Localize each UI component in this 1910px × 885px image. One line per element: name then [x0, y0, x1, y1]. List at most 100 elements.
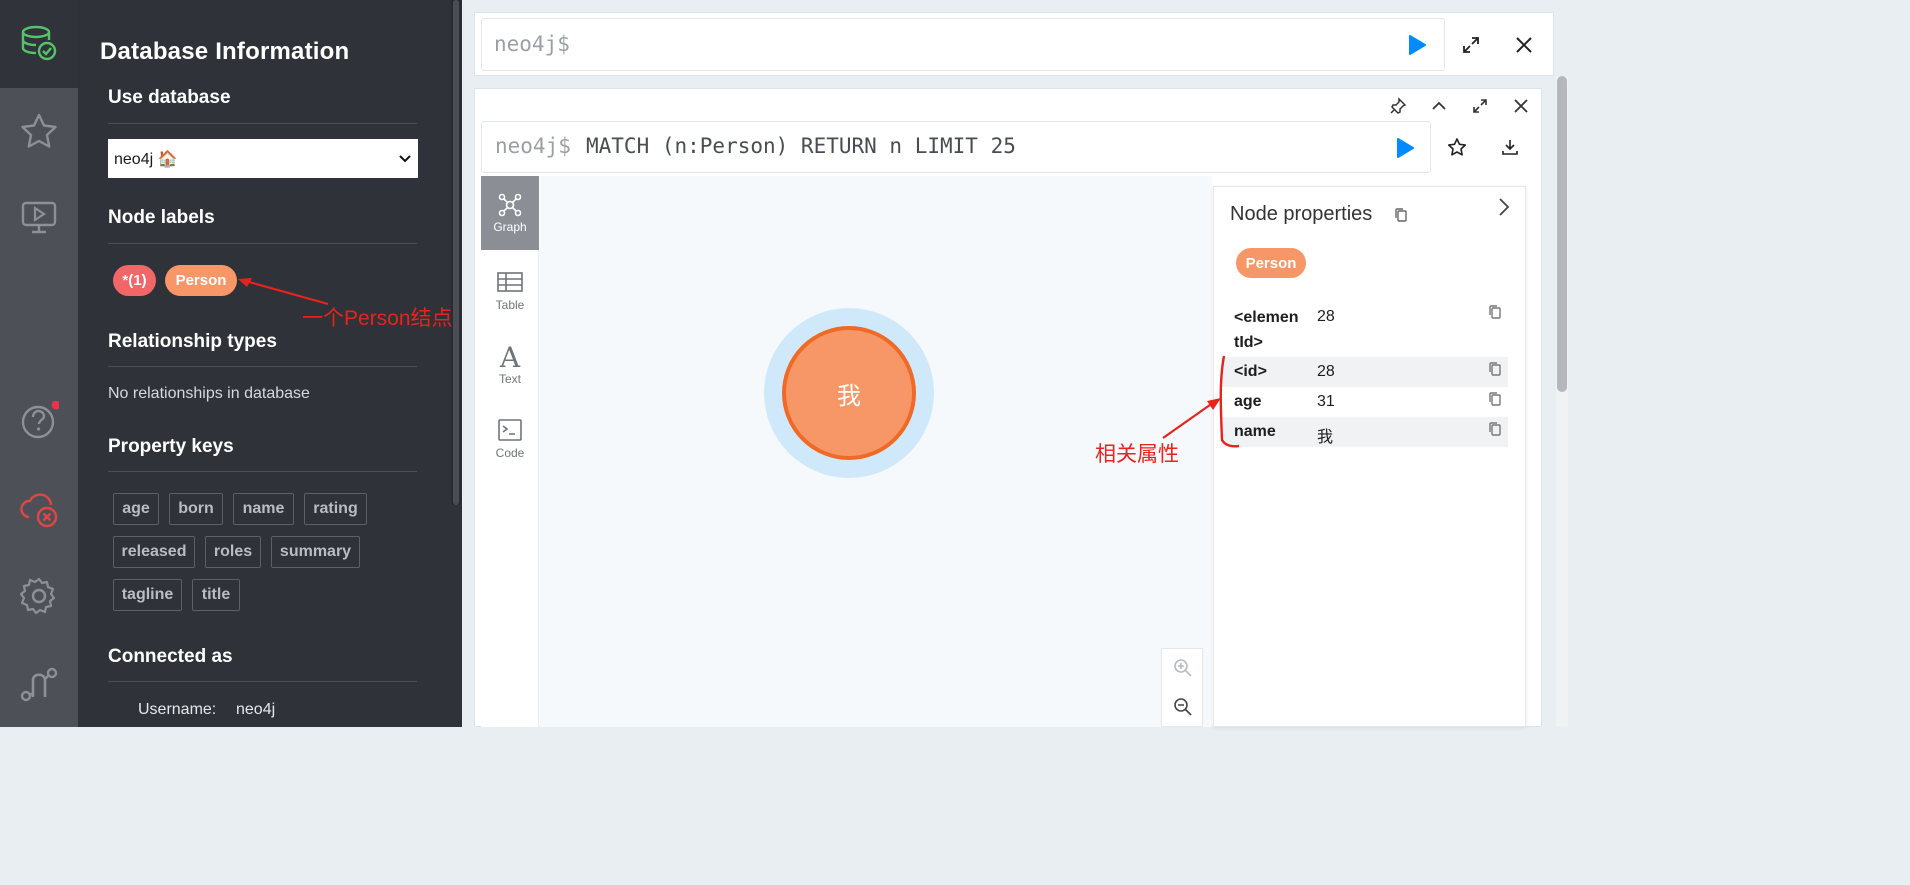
copy-icon[interactable] — [1488, 421, 1502, 437]
zoom-out-icon — [1174, 698, 1192, 716]
zoom-controls — [1161, 648, 1203, 727]
property-key-roles[interactable]: roles — [205, 536, 261, 568]
app-root: Database Information Use database neo4j … — [0, 0, 1568, 727]
property-row: age 31 — [1221, 387, 1508, 417]
rerun-query-button[interactable] — [1394, 137, 1416, 164]
fullscreen-frame-button[interactable] — [1471, 97, 1489, 120]
tab-table[interactable]: Table — [481, 254, 539, 328]
divider — [108, 681, 417, 682]
property-value: 28 — [1317, 308, 1335, 325]
expand-icon — [1473, 99, 1487, 113]
database-information-panel: Database Information Use database neo4j … — [78, 0, 462, 727]
run-query-button[interactable] — [1406, 34, 1428, 61]
graph-node-person[interactable]: 我 — [782, 326, 916, 460]
tab-text[interactable]: A Text — [481, 328, 539, 402]
panel-title: Database Information — [100, 38, 350, 65]
close-icon — [1516, 37, 1532, 53]
divider — [108, 123, 417, 124]
relationship-types-heading: Relationship types — [108, 331, 277, 352]
icon-rail — [0, 0, 78, 727]
export-button[interactable] — [1500, 137, 1520, 162]
property-key: <elemen tId> — [1234, 309, 1299, 351]
download-icon — [1502, 140, 1518, 155]
property-row: <id> 28 — [1221, 357, 1508, 387]
node-properties-title: Node properties — [1230, 203, 1373, 225]
property-key-summary[interactable]: summary — [271, 536, 360, 568]
property-key-age[interactable]: age — [113, 493, 159, 525]
zoom-out-button[interactable] — [1173, 697, 1193, 722]
close-icon — [1514, 99, 1528, 113]
no-relationships-text: No relationships in database — [108, 385, 310, 402]
tab-graph-label: Graph — [493, 220, 527, 234]
chevron-up-icon — [1432, 101, 1446, 110]
copy-all-properties-button[interactable] — [1394, 207, 1408, 228]
clear-editor-button[interactable] — [1514, 35, 1534, 60]
page-scrollbar[interactable] — [1557, 76, 1567, 392]
chevron-down-icon — [399, 154, 411, 162]
copy-icon[interactable] — [1488, 391, 1502, 407]
label-all-nodes-pill[interactable]: *(1) — [113, 265, 156, 296]
tab-table-label: Table — [495, 298, 525, 312]
frame-query-text: MATCH (n:Person) RETURN n LIMIT 25 — [586, 134, 1016, 158]
username-value: neo4j — [236, 701, 276, 718]
collapse-panel-button[interactable] — [1496, 197, 1512, 222]
database-select[interactable]: neo4j 🏠 — [108, 139, 418, 178]
play-icon — [1409, 35, 1426, 55]
property-key-released[interactable]: released — [113, 536, 195, 568]
property-key-name[interactable]: name — [233, 493, 294, 525]
frame-prompt: neo4j$ — [495, 134, 571, 158]
zoom-in-icon — [1174, 659, 1192, 677]
label-person-pill[interactable]: Person — [165, 265, 237, 296]
zoom-in-button[interactable] — [1173, 658, 1193, 683]
property-value: 31 — [1317, 393, 1335, 410]
divider — [108, 471, 417, 472]
table-icon — [497, 272, 523, 292]
property-keys-heading: Property keys — [108, 436, 234, 457]
annotation-person-node: 一个Person结点 — [302, 307, 453, 330]
expand-icon — [1463, 37, 1479, 53]
favorite-query-button[interactable] — [1447, 137, 1467, 162]
annotation-properties: 相关属性 — [1095, 443, 1179, 466]
editor-prompt: neo4j$ — [494, 32, 570, 56]
text-icon: A — [499, 341, 521, 374]
close-frame-button[interactable] — [1512, 97, 1530, 120]
property-key-tagline[interactable]: tagline — [113, 579, 182, 611]
guides-play-icon[interactable] — [18, 196, 60, 238]
collapse-frame-button[interactable] — [1430, 97, 1448, 120]
database-icon[interactable] — [18, 22, 60, 64]
fullscreen-editor-button[interactable] — [1461, 35, 1481, 60]
property-value: 我 — [1317, 429, 1334, 446]
copy-icon[interactable] — [1488, 361, 1502, 377]
chevron-right-icon — [1499, 198, 1510, 216]
favorites-star-icon[interactable] — [18, 110, 60, 152]
help-icon[interactable] — [18, 400, 60, 442]
pin-frame-button[interactable] — [1389, 97, 1407, 120]
database-select-value: neo4j 🏠 — [114, 150, 178, 168]
copy-icon[interactable] — [1488, 304, 1502, 320]
frame-query-editor[interactable]: neo4j$ MATCH (n:Person) RETURN n LIMIT 2… — [481, 121, 1431, 173]
about-neo4j-icon[interactable] — [18, 662, 60, 704]
tab-code-label: Code — [495, 446, 525, 460]
tab-text-label: Text — [498, 372, 521, 386]
node-labels-heading: Node labels — [108, 207, 215, 228]
tab-graph[interactable]: Graph — [481, 176, 539, 250]
divider — [108, 366, 417, 367]
property-key-born[interactable]: born — [169, 493, 223, 525]
property-key-title[interactable]: title — [192, 579, 240, 611]
cypher-editor[interactable]: neo4j$ — [481, 18, 1445, 71]
copy-icon — [1395, 208, 1407, 222]
username-label: Username: — [138, 701, 217, 718]
graph-icon — [498, 193, 522, 217]
node-label-person-pill[interactable]: Person — [1236, 248, 1306, 278]
settings-gear-icon[interactable] — [18, 575, 60, 617]
tab-code[interactable]: Code — [481, 402, 539, 476]
pin-icon — [1390, 97, 1407, 114]
divider — [108, 243, 417, 244]
property-value: 28 — [1317, 363, 1335, 380]
property-key-rating[interactable]: rating — [304, 493, 367, 525]
annotation-bracket-arrow — [1162, 355, 1240, 448]
connection-error-cloud-icon[interactable] — [18, 488, 60, 530]
graph-node-caption: 我 — [837, 382, 861, 410]
sidebar-scrollbar[interactable] — [453, 0, 459, 505]
result-view-switcher: Graph Table A Text Code — [481, 176, 539, 727]
